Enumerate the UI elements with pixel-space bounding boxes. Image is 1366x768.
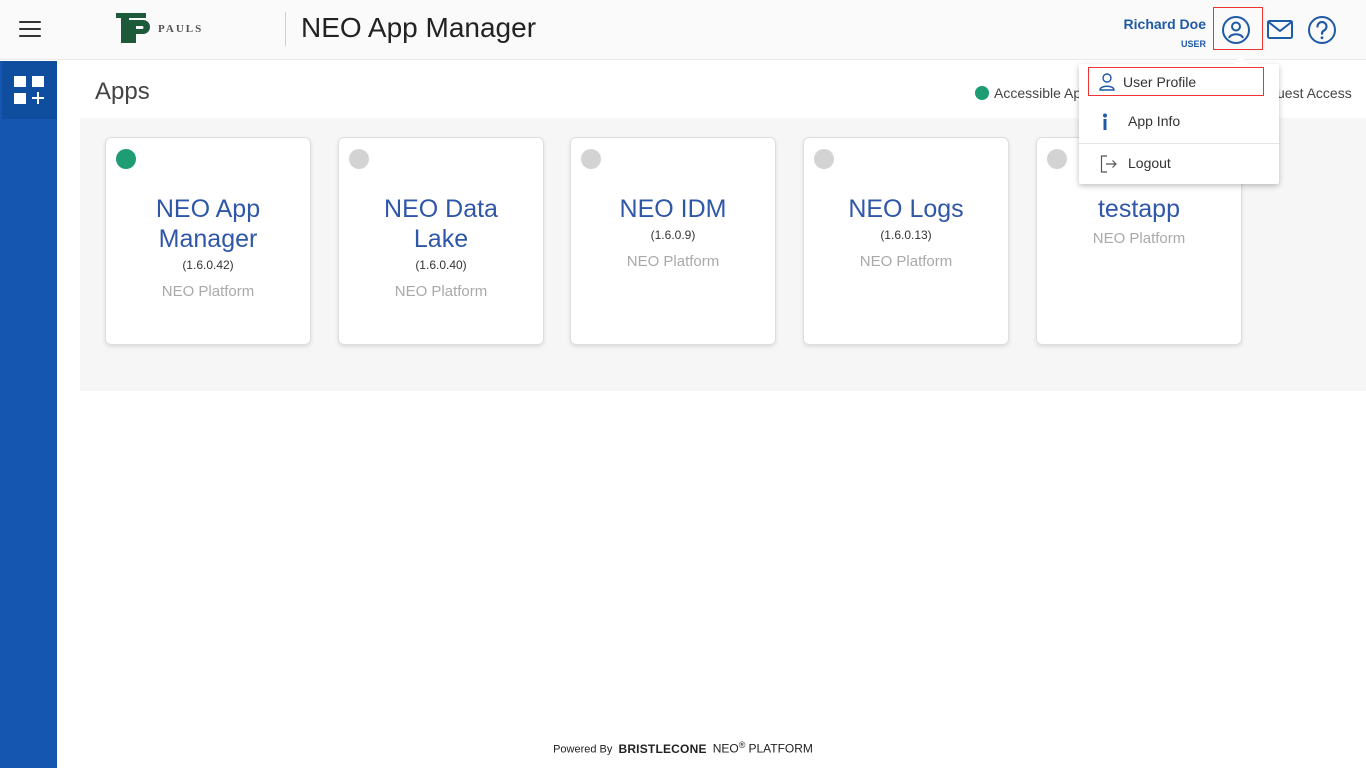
- menu-item-user-profile[interactable]: User Profile: [1079, 67, 1279, 105]
- menu-item-app-info[interactable]: App Info: [1079, 104, 1279, 142]
- powered-by-label: Powered By: [553, 743, 613, 756]
- logout-label: Logout: [1128, 155, 1171, 171]
- app-name: NEO App Manager: [155, 195, 261, 253]
- help-icon[interactable]: [1305, 13, 1339, 47]
- user-profile-icon[interactable]: [1219, 13, 1253, 47]
- app-platform: NEO Platform: [161, 283, 255, 300]
- logout-icon: [1100, 155, 1117, 173]
- app-card[interactable]: NEO Logs (1.6.0.13) NEO Platform: [803, 137, 1009, 345]
- sidebar-apps-button[interactable]: [2, 61, 57, 119]
- status-dot-icon: [814, 149, 834, 169]
- bristlecone-brand: BRISTLECONE: [618, 741, 707, 756]
- app-version: (1.6.0.13): [880, 228, 932, 242]
- logo-text: PAULS: [158, 23, 204, 35]
- status-dot-icon: [1047, 149, 1067, 169]
- mail-icon[interactable]: [1263, 13, 1297, 47]
- app-title: NEO App Manager: [301, 12, 537, 43]
- dropdown-divider: [1079, 143, 1279, 144]
- pauls-logo-icon: [116, 13, 150, 43]
- app-header: PAULS NEO App Manager Richard Doe USER: [0, 0, 1366, 60]
- header-divider: [285, 12, 286, 46]
- app-name: NEO IDM: [619, 195, 727, 223]
- legend-accessible: Accessible Ap: [975, 85, 1081, 101]
- app-name: testapp: [1097, 195, 1180, 223]
- apps-grid-icon: [14, 76, 44, 104]
- app-card[interactable]: NEO App Manager (1.6.0.42) NEO Platform: [105, 137, 311, 345]
- user-icon: [1099, 73, 1115, 91]
- status-dot-icon: [349, 149, 369, 169]
- menu-item-logout[interactable]: Logout: [1079, 145, 1279, 183]
- app-info-label: App Info: [1128, 113, 1181, 129]
- legend-guest-label: uest Access: [1277, 85, 1352, 101]
- user-dropdown-menu: User Profile App Info Logout: [1079, 56, 1279, 184]
- accessible-dot-icon: [975, 86, 989, 100]
- app-platform: NEO Platform: [626, 253, 720, 270]
- user-name: Richard Doe: [1123, 16, 1206, 32]
- platform-label: PLATFORM: [748, 741, 813, 756]
- app-version: (1.6.0.9): [650, 228, 696, 242]
- user-profile-label: User Profile: [1123, 74, 1197, 90]
- dropdown-arrow: [1233, 56, 1249, 64]
- app-platform: NEO Platform: [1092, 230, 1186, 247]
- app-platform: NEO Platform: [394, 283, 488, 300]
- neo-label: NEO: [712, 741, 739, 756]
- user-role: USER: [1180, 39, 1206, 49]
- page-title: Apps: [95, 78, 150, 105]
- info-icon: [1103, 113, 1107, 130]
- app-name: NEO Data Lake: [384, 195, 498, 253]
- status-dot-icon: [116, 149, 136, 169]
- legend-accessible-label: Accessible Ap: [994, 85, 1082, 101]
- app-version: (1.6.0.42): [182, 258, 234, 272]
- app-platform: NEO Platform: [859, 253, 953, 270]
- status-dot-icon: [581, 149, 601, 169]
- hamburger-menu-icon[interactable]: [19, 19, 41, 39]
- app-card[interactable]: NEO IDM (1.6.0.9) NEO Platform: [570, 137, 776, 345]
- registered-mark: ®: [738, 740, 746, 750]
- app-name: NEO Logs: [848, 195, 964, 223]
- app-version: (1.6.0.40): [415, 258, 467, 272]
- app-card[interactable]: NEO Data Lake (1.6.0.40) NEO Platform: [338, 137, 544, 345]
- sidebar: [0, 61, 57, 768]
- footer: Powered By BRISTLECONE NEO® PLATFORM: [0, 740, 1366, 756]
